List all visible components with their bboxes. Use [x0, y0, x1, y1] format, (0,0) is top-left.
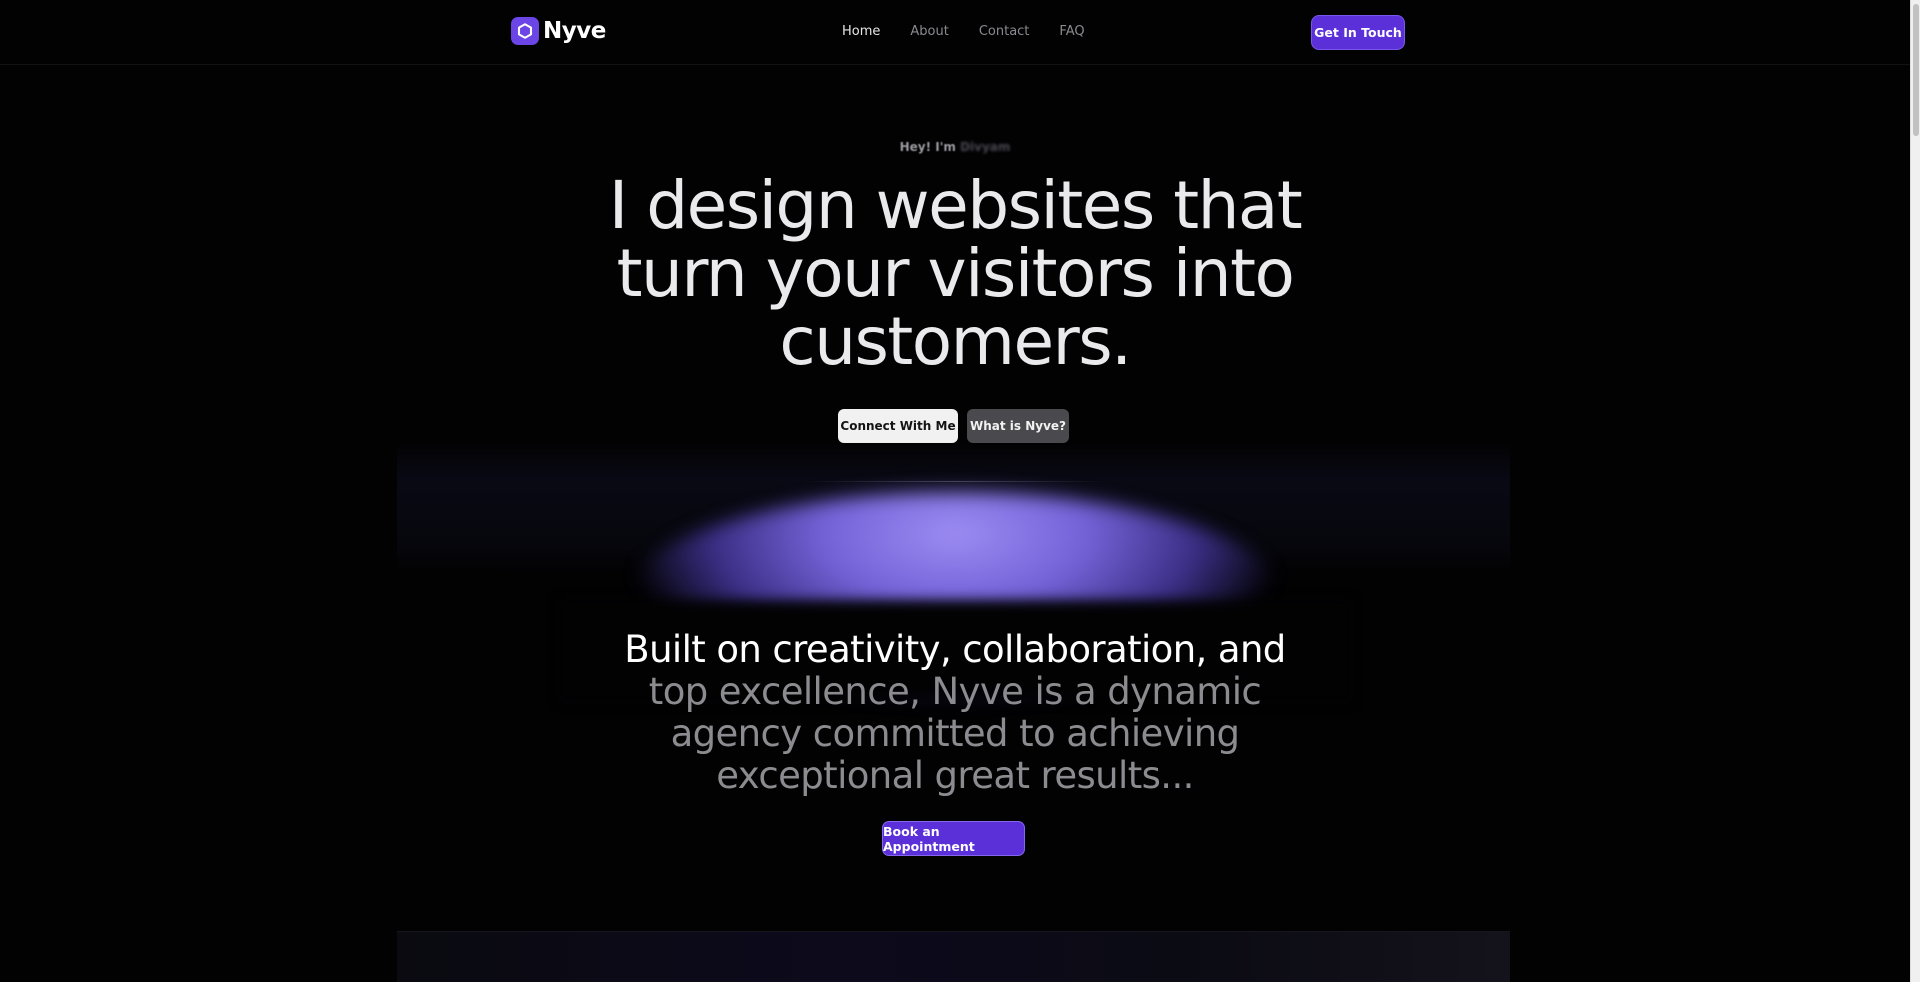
- about-statement: Built on creativity, collaboration, and …: [600, 629, 1310, 797]
- brand-logo[interactable]: Nyve: [511, 17, 606, 45]
- brand-name: Nyve: [543, 18, 606, 44]
- next-section-preview: [397, 931, 1510, 982]
- book-appointment-button[interactable]: Book an Appointment: [882, 821, 1025, 856]
- hero-eyebrow: Hey! I'm Divyam: [0, 140, 1910, 154]
- horizon-line: [800, 481, 1110, 482]
- scrollbar-thumb[interactable]: [1913, 4, 1919, 136]
- about-text-bright: Built on creativity, collaboration, and: [624, 628, 1286, 671]
- site-header: Nyve Home About Contact FAQ Get In Touch: [0, 0, 1910, 65]
- nav-item-faq[interactable]: FAQ: [1059, 24, 1084, 39]
- connect-with-me-button[interactable]: Connect With Me: [838, 409, 958, 443]
- hexagon-logo-icon: [511, 17, 539, 45]
- hero-title: I design websites that turn your visitor…: [608, 167, 1303, 380]
- what-is-nyve-button[interactable]: What is Nyve?: [967, 409, 1069, 443]
- nav-item-home[interactable]: Home: [842, 24, 880, 39]
- eyebrow-name: Divyam: [960, 140, 1011, 154]
- nav-item-contact[interactable]: Contact: [979, 24, 1030, 39]
- hero-actions: Connect With Me What is Nyve?: [838, 409, 1069, 443]
- main-nav: Home About Contact FAQ: [842, 24, 1115, 39]
- eyebrow-prefix: Hey! I'm: [899, 140, 956, 154]
- nav-item-about[interactable]: About: [910, 24, 948, 39]
- page-scrollbar[interactable]: [1910, 0, 1920, 982]
- get-in-touch-button[interactable]: Get In Touch: [1311, 15, 1405, 50]
- about-text-dim: top excellence, Nyve is a dynamic agency…: [648, 670, 1262, 797]
